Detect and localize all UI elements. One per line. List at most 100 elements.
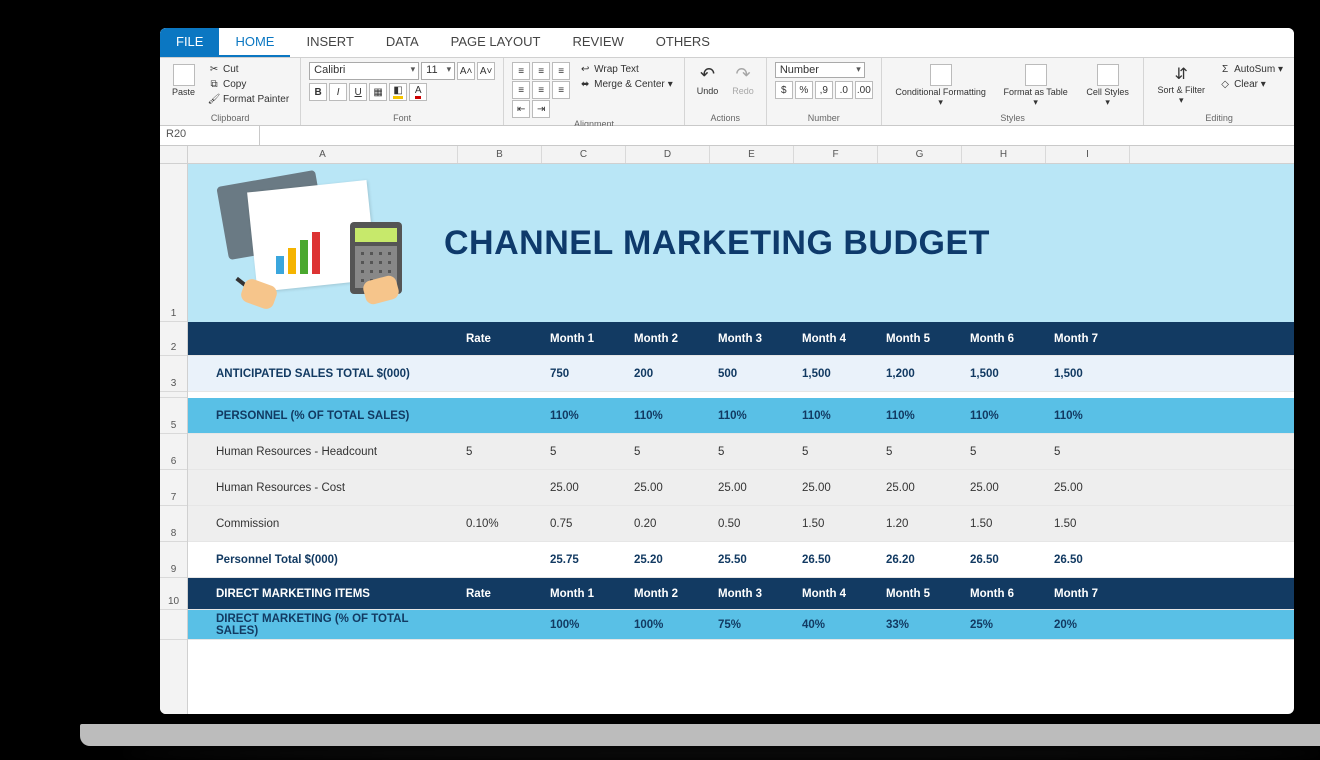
select-all-corner[interactable]	[160, 146, 188, 164]
direct-pct-v6: 25%	[962, 610, 1046, 639]
wrap-text-button[interactable]: ↩Wrap Text	[576, 62, 676, 76]
font-shrink-button[interactable]: A˅	[477, 62, 495, 80]
col-header-c[interactable]: C	[542, 146, 626, 163]
col-header-g[interactable]: G	[878, 146, 962, 163]
ptotal-v5: 26.20	[878, 542, 962, 577]
border-button[interactable]: ▦	[369, 83, 387, 101]
row-header-7[interactable]: 7	[160, 470, 187, 506]
row-anticipated[interactable]: ANTICIPATED SALES TOTAL $(000) 750 200 5…	[188, 356, 1294, 392]
indent-inc-button[interactable]: ⇥	[532, 100, 550, 118]
comma-button[interactable]: ,9	[815, 81, 833, 99]
group-styles: Conditional Formatting ▾ Format as Table…	[882, 58, 1145, 125]
font-color-icon: A	[415, 86, 422, 99]
bold-button[interactable]: B	[309, 83, 327, 101]
align-right-button[interactable]: ≡	[552, 81, 570, 99]
tab-file[interactable]: FILE	[160, 28, 219, 57]
conditional-formatting-button[interactable]: Conditional Formatting ▾	[890, 62, 992, 110]
cond-format-icon	[930, 64, 952, 86]
row-header-10[interactable]: 10	[160, 578, 187, 610]
row-header-2[interactable]: 2	[160, 322, 187, 356]
font-family-select[interactable]: Calibri	[309, 62, 419, 80]
hr-head-v4: 5	[794, 434, 878, 469]
banner: CHANNEL MARKETING BUDGET	[188, 164, 1294, 322]
row-commission[interactable]: Commission 0.10% 0.75 0.20 0.50 1.50 1.2…	[188, 506, 1294, 542]
col-header-h[interactable]: H	[962, 146, 1046, 163]
tab-insert[interactable]: INSERT	[290, 28, 369, 57]
row-direct-items-header[interactable]: DIRECT MARKETING ITEMS Rate Month 1 Mont…	[188, 578, 1294, 610]
align-center-button[interactable]: ≡	[532, 81, 550, 99]
col-header-e[interactable]: E	[710, 146, 794, 163]
fill-color-button[interactable]: ◧	[389, 83, 407, 101]
row-header-8[interactable]: 8	[160, 506, 187, 542]
col-header-i[interactable]: I	[1046, 146, 1130, 163]
col-header-d[interactable]: D	[626, 146, 710, 163]
sort-filter-button[interactable]: ⇵Sort & Filter ▾	[1152, 62, 1210, 108]
align-middle-button[interactable]: ≡	[532, 62, 550, 80]
align-left-button[interactable]: ≡	[512, 81, 530, 99]
tab-page-layout[interactable]: PAGE LAYOUT	[435, 28, 557, 57]
header-m5: Month 5	[878, 322, 962, 355]
sigma-icon: Σ	[1219, 63, 1231, 75]
underline-button[interactable]: U	[349, 83, 367, 101]
header-m1: Month 1	[542, 322, 626, 355]
group-label-font: Font	[309, 112, 495, 125]
hr-head-v7: 5	[1046, 434, 1130, 469]
align-bottom-button[interactable]: ≡	[552, 62, 570, 80]
row-header-9[interactable]: 9	[160, 542, 187, 578]
row-personnel-pct[interactable]: PERSONNEL (% OF TOTAL SALES) 110% 110% 1…	[188, 398, 1294, 434]
tab-home[interactable]: HOME	[219, 28, 290, 57]
paste-button[interactable]: Paste	[168, 62, 199, 99]
row-header-5[interactable]: 5	[160, 398, 187, 434]
hr-cost-v6: 25.00	[962, 470, 1046, 505]
copy-button[interactable]: ⧉Copy	[205, 77, 292, 91]
percent-button[interactable]: %	[795, 81, 813, 99]
row-header-11[interactable]	[160, 610, 187, 640]
decrease-decimal-button[interactable]: .00	[855, 81, 873, 99]
row-header-1[interactable]: 1	[160, 164, 187, 322]
hr-head-label: Human Resources - Headcount	[188, 434, 458, 469]
anticipated-v7: 1,500	[1046, 356, 1130, 391]
group-label-actions: Actions	[693, 112, 758, 125]
currency-button[interactable]: $	[775, 81, 793, 99]
undo-button[interactable]: ↶Undo	[693, 62, 723, 98]
direct-pct-rate	[458, 610, 542, 639]
clear-button[interactable]: ◇Clear ▾	[1216, 77, 1286, 91]
grid-body[interactable]: CHANNEL MARKETING BUDGET Rate Month 1 Mo…	[188, 164, 1294, 714]
row-personnel-total[interactable]: Personnel Total $(000) 25.75 25.20 25.50…	[188, 542, 1294, 578]
increase-decimal-button[interactable]: .0	[835, 81, 853, 99]
hr-cost-rate	[458, 470, 542, 505]
format-painter-button[interactable]: 🖌Format Painter	[205, 92, 292, 106]
copy-label: Copy	[223, 79, 246, 90]
font-color-button[interactable]: A	[409, 83, 427, 101]
italic-button[interactable]: I	[329, 83, 347, 101]
font-grow-button[interactable]: A˄	[457, 62, 475, 80]
format-as-table-button[interactable]: Format as Table ▾	[997, 62, 1073, 110]
font-size-select[interactable]: 11	[421, 62, 455, 80]
formula-input[interactable]	[260, 126, 1294, 145]
header-m3: Month 3	[710, 322, 794, 355]
merge-center-button[interactable]: ⬌Merge & Center ▾	[576, 77, 676, 91]
align-top-button[interactable]: ≡	[512, 62, 530, 80]
number-format-select[interactable]: Number	[775, 62, 865, 78]
col-header-b[interactable]: B	[458, 146, 542, 163]
name-box[interactable]: R20	[160, 126, 260, 145]
row-header-6[interactable]: 6	[160, 434, 187, 470]
indent-dec-button[interactable]: ⇤	[512, 100, 530, 118]
cell-styles-button[interactable]: Cell Styles ▾	[1080, 62, 1136, 110]
group-editing: ⇵Sort & Filter ▾ ΣAutoSum ▾ ◇Clear ▾ Edi…	[1144, 58, 1294, 125]
personnel-pct-v1: 110%	[542, 398, 626, 433]
redo-button[interactable]: ↷Redo	[728, 62, 758, 98]
row-direct-pct[interactable]: DIRECT MARKETING (% OF TOTAL SALES) 100%…	[188, 610, 1294, 640]
row-header-3[interactable]: 3	[160, 356, 187, 392]
row-hr-headcount[interactable]: Human Resources - Headcount 5 5 5 5 5 5 …	[188, 434, 1294, 470]
col-header-a[interactable]: A	[188, 146, 458, 163]
hr-cost-v7: 25.00	[1046, 470, 1130, 505]
autosum-button[interactable]: ΣAutoSum ▾	[1216, 62, 1286, 76]
tab-others[interactable]: OTHERS	[640, 28, 726, 57]
row-hr-cost[interactable]: Human Resources - Cost 25.00 25.00 25.00…	[188, 470, 1294, 506]
tab-review[interactable]: REVIEW	[556, 28, 639, 57]
hr-head-v1: 5	[542, 434, 626, 469]
tab-data[interactable]: DATA	[370, 28, 435, 57]
cut-button[interactable]: ✂Cut	[205, 62, 292, 76]
col-header-f[interactable]: F	[794, 146, 878, 163]
